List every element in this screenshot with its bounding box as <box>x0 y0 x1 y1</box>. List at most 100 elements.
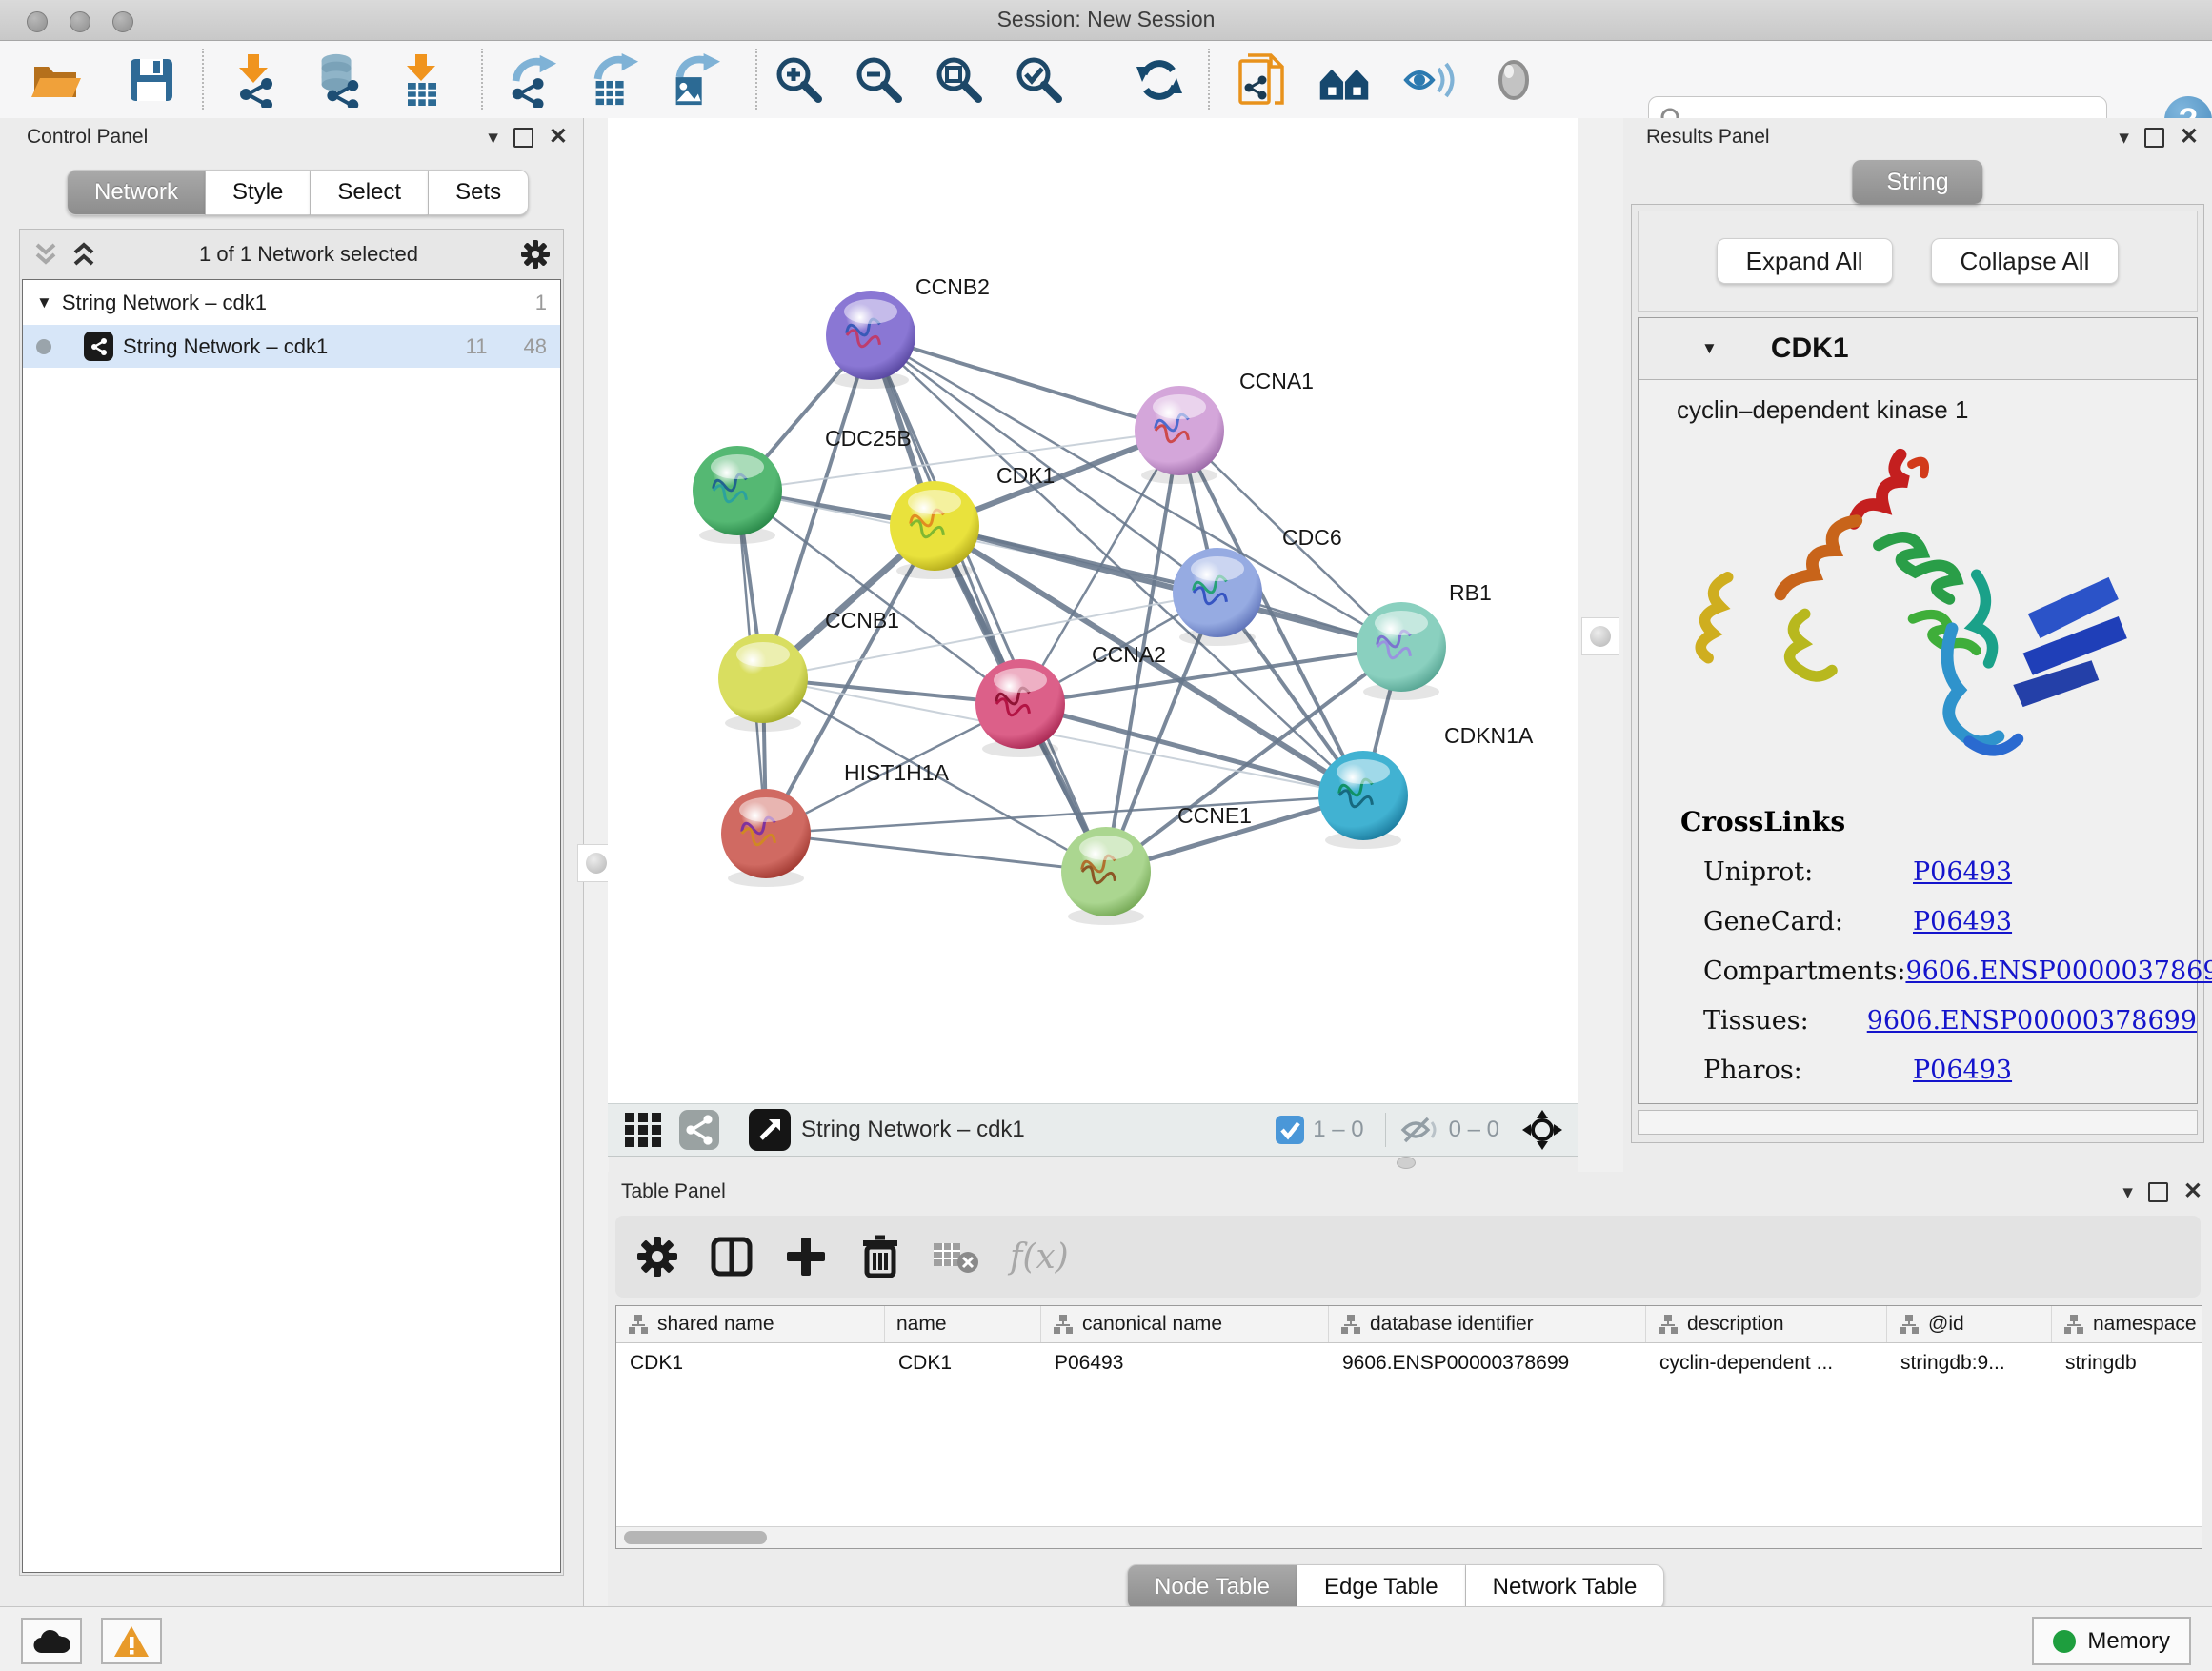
attribute-tree-icon <box>1340 1314 1361 1335</box>
zoom-selected-button[interactable] <box>1012 52 1067 108</box>
table-header-row: shared namenamecanonical namedatabase id… <box>616 1306 2202 1343</box>
edge-CCNB2-CCNE1[interactable] <box>871 335 1106 872</box>
bottom-splitter-handle[interactable] <box>1397 1157 1416 1169</box>
column-header-namespace[interactable]: namespace <box>2052 1306 2202 1342</box>
tree-expand-icon[interactable]: ▼ <box>36 293 52 312</box>
hidden-eye-icon[interactable] <box>1399 1113 1441 1147</box>
collapse-all-chevrons-icon[interactable] <box>31 240 60 269</box>
memory-button[interactable]: Memory <box>2032 1617 2191 1665</box>
table-cell[interactable]: stringdb:9... <box>1887 1343 2052 1383</box>
show-columns-icon[interactable] <box>709 1234 754 1279</box>
table-row[interactable]: CDK1CDK1P064939606.ENSP00000378699cyclin… <box>616 1343 2202 1383</box>
export-image-button[interactable] <box>665 52 720 108</box>
crosslinks-section: CrossLinks Uniprot:P06493GeneCard:P06493… <box>1639 802 2197 1095</box>
panel-menu-chevron-icon[interactable]: ▾ <box>2122 1182 2133 1202</box>
open-session-button[interactable] <box>29 52 84 108</box>
table-cell[interactable]: CDK1 <box>885 1343 1041 1383</box>
crosslink-link[interactable]: P06493 <box>1913 907 2012 936</box>
tab-select[interactable]: Select <box>311 170 429 215</box>
column-header-description[interactable]: description <box>1646 1306 1887 1342</box>
node-label-CCNA2: CCNA2 <box>1092 642 1166 667</box>
column-header-shared-name[interactable]: shared name <box>616 1306 885 1342</box>
save-session-button[interactable] <box>124 52 179 108</box>
tab-style[interactable]: Style <box>206 170 311 215</box>
import-network-file-button[interactable] <box>227 52 282 108</box>
table-cell[interactable]: cyclin-dependent ... <box>1646 1343 1887 1383</box>
tab-network-table[interactable]: Network Table <box>1466 1564 1665 1610</box>
tab-edge-table[interactable]: Edge Table <box>1297 1564 1466 1610</box>
edge-CCNB2-CCNA1[interactable] <box>871 335 1179 431</box>
zoom-in-button[interactable] <box>772 52 827 108</box>
gene-header-row[interactable]: ▼ CDK1 <box>1639 318 2197 380</box>
panel-float-icon[interactable] <box>513 128 533 148</box>
crosslink-row: Pharos:P06493 <box>1680 1045 2197 1095</box>
column-header-@id[interactable]: @id <box>1887 1306 2052 1342</box>
column-header-canonical-name[interactable]: canonical name <box>1041 1306 1329 1342</box>
panel-menu-chevron-icon[interactable]: ▾ <box>488 128 498 148</box>
crosslink-link[interactable]: 9606.ENSP00000378699 <box>1905 956 2212 986</box>
navigator-icon[interactable] <box>1520 1108 1564 1152</box>
table-cell[interactable]: stringdb <box>2052 1343 2202 1383</box>
panel-float-icon[interactable] <box>2144 128 2164 148</box>
export-table-button[interactable] <box>585 52 640 108</box>
tab-string[interactable]: String <box>1852 160 1982 204</box>
eye-button[interactable] <box>1486 52 1541 108</box>
selected-checkbox-icon[interactable] <box>1275 1115 1305 1145</box>
clone-network-button[interactable] <box>1235 52 1290 108</box>
column-header-name[interactable]: name <box>885 1306 1041 1342</box>
network-canvas[interactable]: CCNB2CCNA1CDC25BCDK1CDC6RB1CCNB1CCNA2CDK… <box>608 118 1578 1103</box>
zoom-out-button[interactable] <box>852 52 907 108</box>
expand-all-chevrons-icon[interactable] <box>70 240 98 269</box>
table-gear-icon[interactable] <box>634 1234 680 1279</box>
panel-close-icon[interactable]: ✕ <box>2183 1180 2202 1203</box>
warning-button[interactable] <box>101 1618 162 1664</box>
cloud-button[interactable] <box>21 1618 82 1664</box>
crosslink-link[interactable]: P06493 <box>1913 857 2012 887</box>
edge-CDKN1A-HIST1H1A[interactable] <box>766 795 1363 834</box>
panel-close-icon[interactable]: ✕ <box>549 126 568 149</box>
delete-column-icon[interactable] <box>857 1234 903 1279</box>
graphics-details-button[interactable] <box>1400 52 1456 108</box>
results-scrollbar[interactable] <box>1638 1110 2198 1135</box>
refresh-layout-button[interactable] <box>1132 52 1187 108</box>
edge-CCNA2-CDKN1A[interactable] <box>1020 704 1363 795</box>
add-column-icon[interactable] <box>783 1234 829 1279</box>
panel-close-icon[interactable]: ✕ <box>2180 126 2199 149</box>
gear-icon[interactable] <box>519 238 552 271</box>
crosslink-link[interactable]: P06493 <box>1913 1056 2012 1085</box>
string-share-icon[interactable] <box>678 1109 720 1151</box>
open-in-new-icon[interactable] <box>748 1108 792 1152</box>
edge-RB1-CCNA2[interactable] <box>1020 647 1401 704</box>
table-horizontal-scrollbar[interactable] <box>616 1526 2202 1548</box>
expand-all-button[interactable]: Expand All <box>1717 238 1893 284</box>
crosslink-label: Compartments: <box>1703 956 1905 986</box>
attribute-tree-icon <box>1899 1314 1920 1335</box>
panel-float-icon[interactable] <box>2148 1182 2168 1202</box>
scrollbar-thumb[interactable] <box>624 1531 767 1544</box>
table-cell[interactable]: CDK1 <box>616 1343 885 1383</box>
tab-sets[interactable]: Sets <box>429 170 529 215</box>
table-cell[interactable]: P06493 <box>1041 1343 1329 1383</box>
right-splitter-handle[interactable] <box>1581 617 1619 655</box>
tab-network[interactable]: Network <box>67 170 206 215</box>
column-header-database-identifier[interactable]: database identifier <box>1329 1306 1646 1342</box>
collapse-all-button[interactable]: Collapse All <box>1931 238 2120 284</box>
import-network-database-button[interactable] <box>311 52 366 108</box>
network-collection-label: String Network – cdk1 <box>62 291 267 315</box>
table-panel-title: Table Panel <box>621 1180 726 1203</box>
edge-CCNA1-CDC25B[interactable] <box>737 431 1179 491</box>
edge-HIST1H1A-CCNE1[interactable] <box>766 834 1106 872</box>
houses-button[interactable] <box>1317 52 1372 108</box>
tab-node-table[interactable]: Node Table <box>1127 1564 1297 1610</box>
panel-menu-chevron-icon[interactable]: ▾ <box>2119 128 2129 148</box>
import-table-button[interactable] <box>394 52 450 108</box>
crosslink-link[interactable]: 9606.ENSP00000378699 <box>1867 1006 2197 1036</box>
zoom-fit-button[interactable] <box>932 52 987 108</box>
export-network-button[interactable] <box>503 52 558 108</box>
protein-structure-image <box>1660 431 2175 802</box>
birdseye-grid-icon[interactable] <box>623 1109 665 1151</box>
table-cell[interactable]: 9606.ENSP00000378699 <box>1329 1343 1646 1383</box>
section-collapse-icon[interactable]: ▼ <box>1701 339 1718 358</box>
network-row-selected[interactable]: String Network – cdk1 11 48 <box>23 325 560 368</box>
network-collection-row[interactable]: ▼ String Network – cdk1 1 <box>23 280 560 325</box>
